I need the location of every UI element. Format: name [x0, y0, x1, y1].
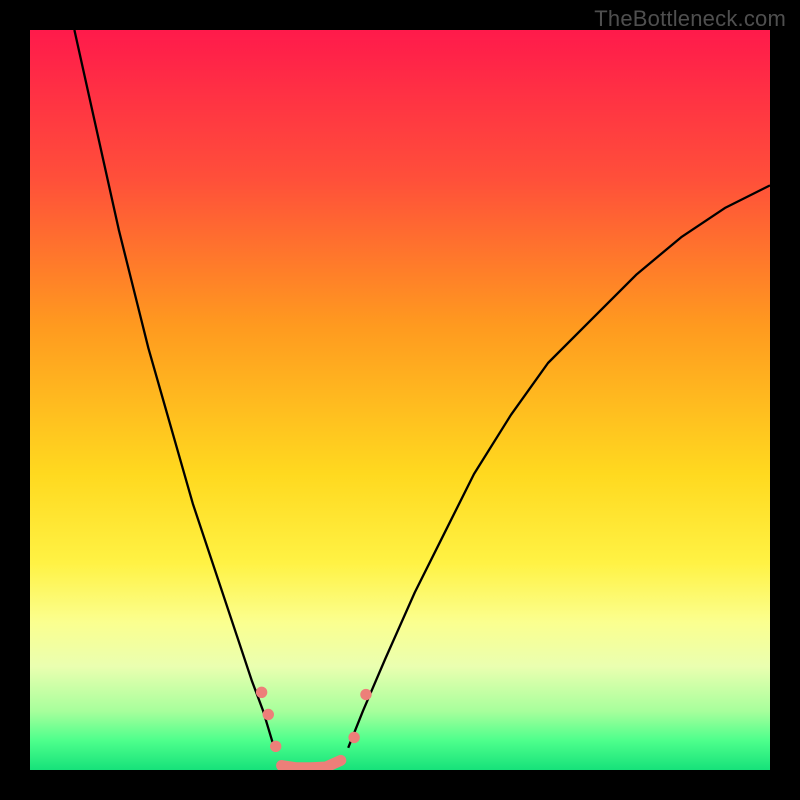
- point-right-dot-1: [348, 732, 359, 743]
- series-valley-marker-line: [282, 760, 341, 767]
- point-left-dot-1: [256, 687, 267, 698]
- point-left-dot-3: [270, 741, 281, 752]
- plot-area: [30, 30, 770, 770]
- chart-curves: [30, 30, 770, 770]
- series-right-branch: [348, 185, 770, 747]
- series-left-branch: [74, 30, 274, 748]
- watermark-text: TheBottleneck.com: [594, 6, 786, 32]
- point-right-dot-2: [360, 689, 371, 700]
- chart-frame: TheBottleneck.com: [0, 0, 800, 800]
- point-left-dot-2: [263, 709, 274, 720]
